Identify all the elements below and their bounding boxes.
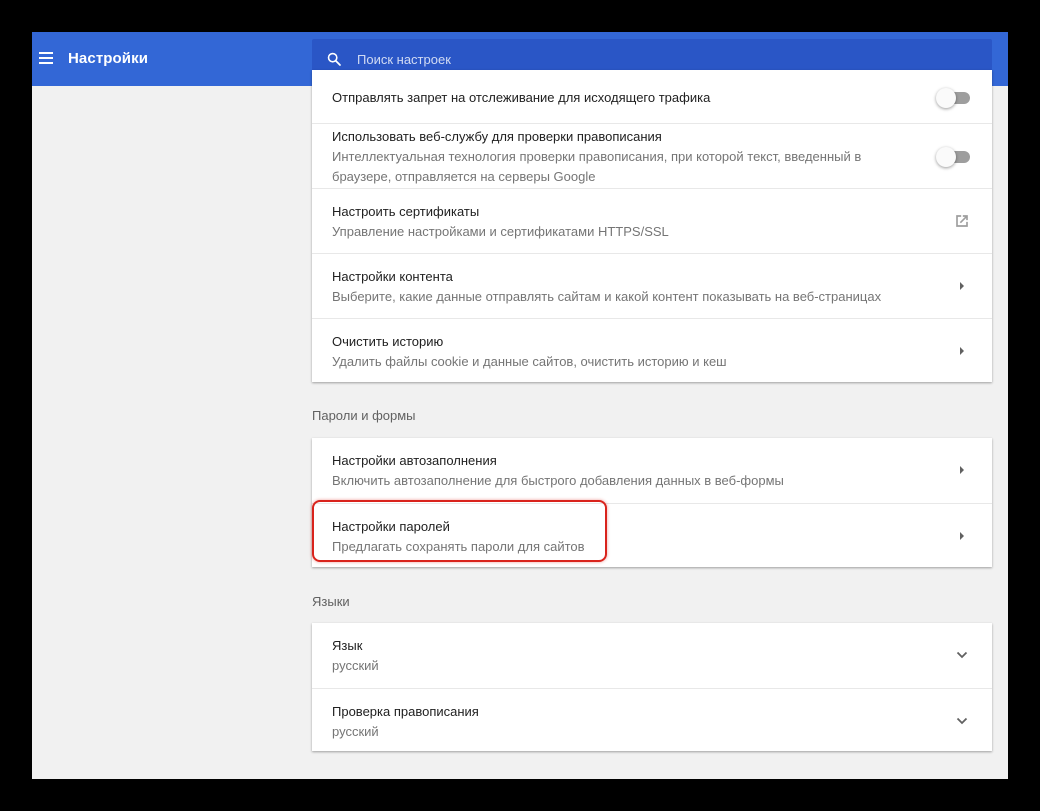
app-title: Настройки bbox=[68, 50, 149, 67]
setting-subtitle: Включить автозаполнение для быстрого доб… bbox=[332, 473, 784, 488]
do-not-track-toggle[interactable] bbox=[936, 88, 970, 108]
setting-row-clear-history[interactable]: Очистить историю Удалить файлы cookie и … bbox=[312, 318, 992, 382]
setting-title: Настройки контента bbox=[332, 269, 453, 284]
passwords-card: Настройки автозаполнения Включить автоза… bbox=[312, 438, 992, 567]
chevron-down-icon[interactable] bbox=[952, 645, 972, 665]
setting-row-language[interactable]: Язык русский bbox=[312, 623, 992, 688]
chevron-down-icon[interactable] bbox=[952, 711, 972, 731]
setting-subtitle: Интеллектуальная технология проверки пра… bbox=[332, 149, 862, 184]
setting-title: Язык bbox=[332, 638, 363, 653]
setting-title: Настройки автозаполнения bbox=[332, 453, 497, 468]
setting-subtitle: русский bbox=[332, 724, 379, 739]
setting-row-passwords[interactable]: Настройки паролей Предлагать сохранять п… bbox=[312, 503, 992, 567]
setting-row-certificates[interactable]: Настроить сертификаты Управление настрой… bbox=[312, 188, 992, 253]
setting-title: Очистить историю bbox=[332, 334, 444, 349]
setting-row-spellcheck-service[interactable]: Использовать веб-службу для проверки пра… bbox=[312, 123, 992, 188]
setting-row-do-not-track[interactable]: Отправлять запрет на отслеживание для ис… bbox=[312, 70, 992, 123]
languages-card: Язык русский Проверка правописания русск… bbox=[312, 623, 992, 751]
setting-row-content-settings[interactable]: Настройки контента Выберите, какие данны… bbox=[312, 253, 992, 318]
privacy-card: Отправлять запрет на отслеживание для ис… bbox=[312, 70, 992, 382]
setting-title: Проверка правописания bbox=[332, 704, 479, 719]
setting-title: Настройки паролей bbox=[332, 519, 450, 534]
settings-window: Настройки Отправлять запрет на отслежива… bbox=[32, 32, 1008, 779]
open-in-new-icon[interactable] bbox=[952, 211, 972, 231]
setting-title: Настроить сертификаты bbox=[332, 204, 480, 219]
section-heading-passwords: Пароли и формы bbox=[312, 408, 416, 423]
spellcheck-service-toggle[interactable] bbox=[936, 147, 970, 167]
setting-subtitle: Управление настройками и сертификатами H… bbox=[332, 224, 669, 239]
setting-subtitle: Выберите, какие данные отправлять сайтам… bbox=[332, 289, 882, 304]
chevron-right-icon[interactable] bbox=[952, 276, 972, 296]
chevron-right-icon[interactable] bbox=[952, 341, 972, 361]
setting-row-spellcheck[interactable]: Проверка правописания русский bbox=[312, 688, 992, 751]
chevron-right-icon[interactable] bbox=[952, 526, 972, 546]
setting-subtitle: русский bbox=[332, 658, 379, 673]
hamburger-menu-icon[interactable] bbox=[39, 52, 53, 64]
setting-title: Отправлять запрет на отслеживание для ис… bbox=[332, 90, 711, 105]
search-icon bbox=[327, 52, 341, 66]
section-heading-languages: Языки bbox=[312, 594, 350, 609]
chevron-right-icon[interactable] bbox=[952, 460, 972, 480]
setting-title: Использовать веб-службу для проверки пра… bbox=[332, 129, 662, 144]
setting-subtitle: Предлагать сохранять пароли для сайтов bbox=[332, 539, 585, 554]
setting-row-autofill[interactable]: Настройки автозаполнения Включить автоза… bbox=[312, 438, 992, 503]
setting-subtitle: Удалить файлы cookie и данные сайтов, оч… bbox=[332, 354, 727, 369]
